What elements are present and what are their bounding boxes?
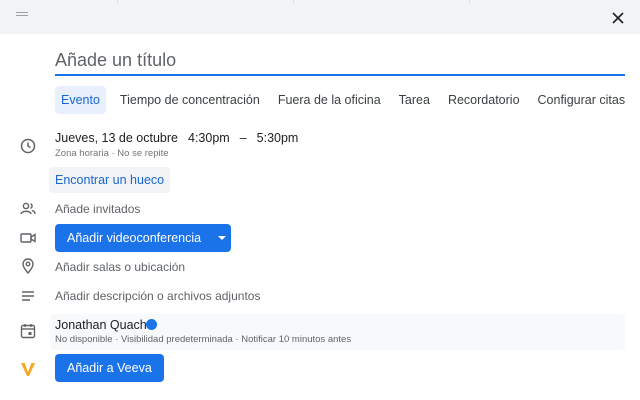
drag-handle-icon[interactable]: [16, 12, 28, 20]
title-input[interactable]: [55, 48, 625, 76]
calendar-icon: [19, 322, 37, 340]
description-lines-icon: [19, 287, 37, 305]
tab-tarea[interactable]: Tarea: [393, 86, 436, 114]
tab-recordatorio[interactable]: Recordatorio: [442, 86, 526, 114]
add-to-veeva-button[interactable]: Añadir a Veeva: [55, 354, 164, 382]
calendar-color-dot[interactable]: [146, 319, 157, 330]
header-divider: [117, 0, 118, 4]
calendar-owner-name[interactable]: Jonathan Quach: [55, 318, 147, 332]
add-location-field[interactable]: Añadir salas o ubicación: [55, 260, 185, 274]
add-guests-field[interactable]: Añade invitados: [55, 202, 140, 216]
event-start-time[interactable]: 4:30pm: [188, 131, 230, 145]
clock-icon: [19, 137, 37, 155]
tab-configurar-citas[interactable]: Configurar citas: [532, 86, 632, 114]
tab-tiempo-concentracion[interactable]: Tiempo de concentración: [114, 86, 266, 114]
close-icon[interactable]: [608, 8, 628, 28]
veeva-logo-icon: [19, 360, 37, 378]
find-slot-button[interactable]: Encontrar un hueco: [49, 167, 171, 193]
header-divider: [469, 0, 470, 4]
event-datetime[interactable]: Jueves, 13 de octubre 4:30pm –5:30pm: [55, 131, 308, 145]
tab-fuera-oficina[interactable]: Fuera de la oficina: [272, 86, 387, 114]
tab-evento[interactable]: Evento: [55, 86, 106, 114]
time-separator: –: [239, 131, 247, 145]
location-pin-icon: [19, 257, 37, 275]
event-type-tabs: Evento Tiempo de concentración Fuera de …: [55, 86, 631, 114]
event-date[interactable]: Jueves, 13 de octubre: [55, 131, 178, 145]
calendar-details[interactable]: No disponible · Visibilidad predetermina…: [55, 334, 351, 345]
timezone-repeat-line[interactable]: Zona horaria · No se repite: [55, 148, 169, 159]
video-icon: [19, 229, 37, 247]
dialog-header: [0, 0, 640, 34]
header-divider: [293, 0, 294, 4]
add-to-veeva-label: Añadir a Veeva: [67, 361, 152, 375]
add-video-conference-label: Añadir videoconferencia: [67, 231, 202, 245]
add-video-conference-button[interactable]: Añadir videoconferencia: [55, 224, 232, 252]
people-icon: [19, 200, 37, 218]
chevron-down-icon[interactable]: [213, 224, 231, 252]
add-description-field[interactable]: Añadir descripción o archivos adjuntos: [55, 289, 260, 303]
event-end-time[interactable]: 5:30pm: [257, 131, 299, 145]
